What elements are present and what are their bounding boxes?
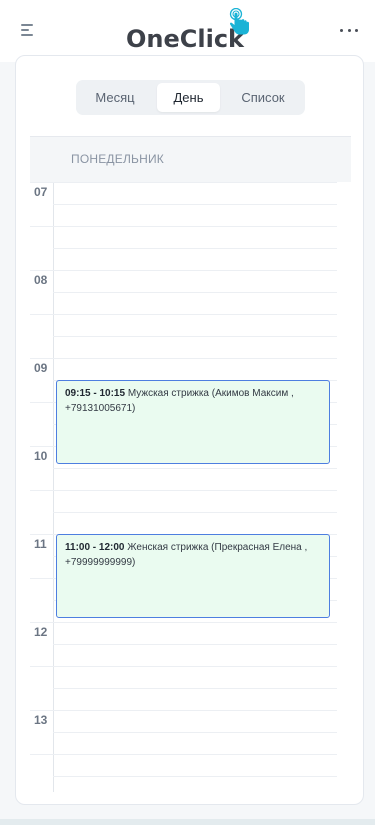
event-phone: +79999999999) [65,557,136,568]
slot-line [53,512,337,513]
tab-day[interactable]: День [157,83,220,112]
hour-label: 11 [34,537,47,551]
event-title: Мужская стрижка (Акимов Максим , [127,388,294,399]
slot-line [30,314,337,315]
hour-label: 07 [34,185,48,199]
hour-line [30,270,337,271]
slot-line [30,666,337,667]
hour-line [30,710,337,711]
slot-line [53,468,337,469]
hour-line [30,182,337,183]
slot-line [53,644,337,645]
calendar-card: Месяц День Список ПОНЕДЕЛЬНИК 07 08 09 1… [15,55,364,805]
hour-line [30,358,337,359]
event-phone: +79131005671) [65,403,136,414]
event-time: 11:00 - 12:00 [65,542,125,553]
slot-line [53,336,337,337]
slot-line [30,490,337,491]
slot-line [53,776,337,777]
more-options-icon[interactable] [340,21,358,39]
slot-line [53,732,337,733]
slot-line [53,292,337,293]
event-title: Женская стрижка (Прекрасная Елена , [127,542,308,553]
event-item[interactable]: 09:15 - 10:15 Мужская стрижка (Акимов Ма… [56,380,330,464]
time-grid[interactable]: 07 08 09 10 11 12 13 09:15 - 10:15 Мужск… [30,182,337,792]
hour-label: 13 [34,713,48,727]
bottom-strip [0,819,375,825]
slot-line [53,248,337,249]
logo: OneClick [126,8,249,56]
time-axis-divider [53,182,54,792]
hour-line [30,622,337,623]
pointer-hand-icon [229,8,249,35]
event-time: 09:15 - 10:15 [65,388,126,399]
slot-line [53,688,337,689]
hour-label: 08 [34,273,48,287]
app-header: OneClick [0,0,375,62]
tab-month[interactable]: Месяц [76,83,154,112]
hour-label: 10 [34,449,48,463]
menu-icon[interactable] [19,22,37,38]
day-name: ПОНЕДЕЛЬНИК [71,152,164,166]
event-item[interactable]: 11:00 - 12:00 Женская стрижка (Прекрасна… [56,534,330,618]
day-column-header: ПОНЕДЕЛЬНИК [30,136,351,182]
slot-line [53,204,337,205]
hour-label: 09 [34,361,48,375]
slot-line [30,226,337,227]
hour-label: 12 [34,625,48,639]
tab-list[interactable]: Список [224,83,302,112]
slot-line [30,754,337,755]
view-switch: Месяц День Список [76,80,305,115]
